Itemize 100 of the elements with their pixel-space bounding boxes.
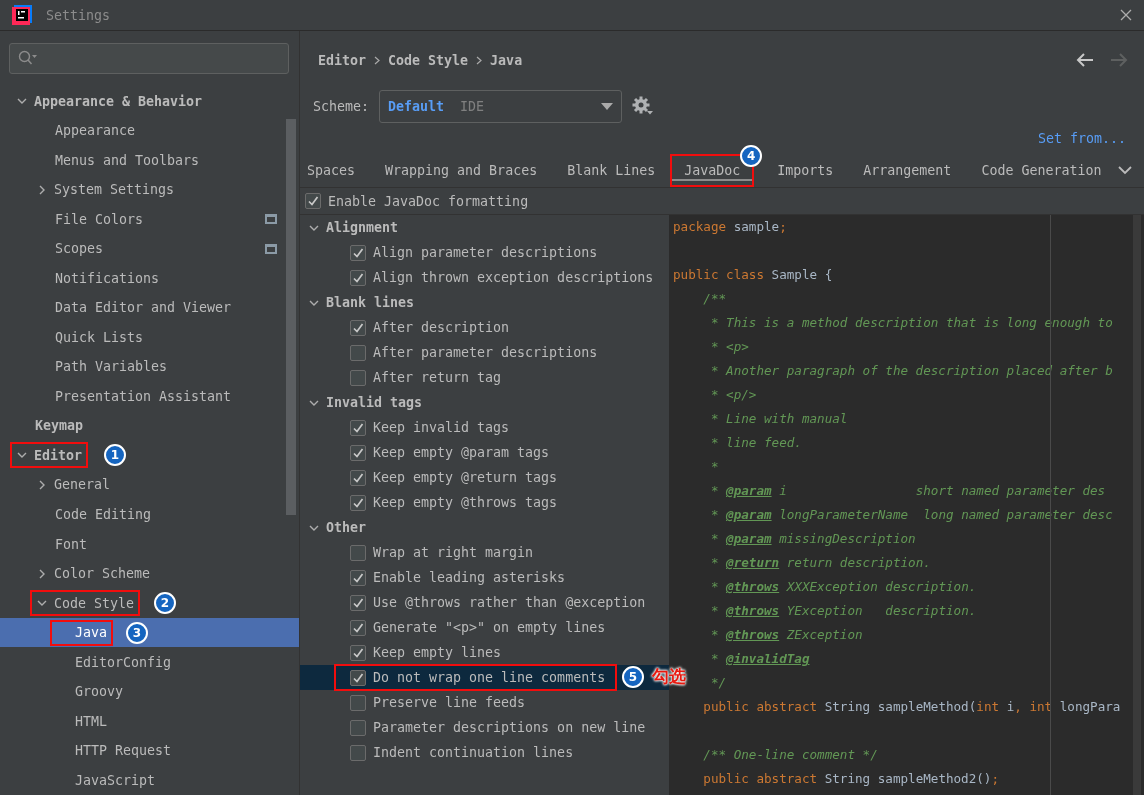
checkbox-option[interactable]: Do not wrap one line comments	[334, 664, 618, 691]
tab[interactable]: Arrangement	[848, 154, 967, 187]
checkbox-option[interactable]: Keep empty @throws tags	[350, 494, 558, 511]
annotation-badge: 2	[154, 592, 176, 615]
code-token: @param	[726, 483, 772, 498]
code-token: @return	[726, 555, 780, 570]
tab[interactable]: Imports	[762, 154, 849, 187]
tab[interactable]: Blank Lines	[552, 154, 671, 187]
breadcrumb-item: Java	[490, 52, 523, 68]
code-token: public abstract	[703, 699, 818, 714]
tree-item[interactable]: Data Editor and Viewer	[36, 300, 232, 316]
checkbox-option[interactable]: After description	[350, 319, 510, 336]
checkbox[interactable]	[350, 694, 366, 711]
tree-item[interactable]: Font	[36, 536, 88, 552]
tree-item[interactable]: Appearance	[36, 123, 136, 139]
code-token: *	[710, 579, 720, 594]
scheme-dropdown[interactable]: Default IDE	[379, 89, 623, 123]
checkbox[interactable]	[350, 719, 366, 736]
close-icon[interactable]	[1120, 9, 1132, 21]
checkbox[interactable]	[350, 319, 366, 336]
checkbox[interactable]	[350, 244, 366, 261]
checkbox[interactable]	[350, 494, 366, 511]
set-from-link[interactable]: Set from...	[1037, 131, 1126, 146]
tree-item[interactable]: File Colors	[36, 211, 144, 227]
checkbox-option[interactable]: Preserve line feeds	[350, 694, 526, 711]
checkbox[interactable]	[350, 569, 366, 586]
checkbox-option[interactable]: Enable JavaDoc formatting	[305, 193, 529, 209]
tree-item[interactable]: Appearance & Behavior	[16, 93, 203, 109]
tree-item[interactable]: Groovy	[56, 684, 124, 700]
checkbox[interactable]	[350, 669, 366, 686]
search-field[interactable]	[9, 43, 289, 74]
settings-icon[interactable]	[632, 96, 655, 116]
tree-item[interactable]: Quick Lists	[36, 329, 144, 345]
checkbox[interactable]	[350, 269, 366, 286]
group-header[interactable]: Invalid tags	[308, 395, 423, 410]
tree-item[interactable]: Path Variables	[36, 359, 168, 375]
back-arrow-icon[interactable]	[1076, 53, 1094, 67]
checkbox[interactable]	[350, 344, 366, 361]
checkbox-option[interactable]: After parameter descriptions	[350, 344, 598, 361]
tree-item[interactable]: Scopes	[36, 241, 104, 257]
tree-item[interactable]: System Settings	[36, 182, 175, 198]
tree-item[interactable]: EditorConfig	[56, 654, 172, 670]
checkbox-option[interactable]: Keep empty @return tags	[350, 469, 558, 486]
checkbox-option[interactable]: Keep empty lines	[350, 644, 502, 661]
group-header[interactable]: Other	[308, 520, 367, 535]
tree-item[interactable]: Code Editing	[36, 507, 152, 522]
checkbox[interactable]	[350, 369, 366, 386]
code-token: longPara	[1058, 699, 1121, 714]
annotation-badge: 3	[126, 621, 148, 644]
chevron-right-icon	[374, 55, 381, 65]
checkbox-option[interactable]: Parameter descriptions on new line	[350, 719, 646, 736]
tree-item[interactable]: HTTP Request	[56, 743, 172, 759]
code-token: /**	[703, 291, 727, 306]
code-token: *	[710, 483, 720, 498]
checkbox[interactable]	[350, 744, 366, 761]
tab[interactable]: Spaces	[300, 154, 371, 187]
checkbox-option[interactable]: Generate "<p>" on empty lines	[350, 619, 606, 636]
tree-item[interactable]: Menus and Toolbars	[36, 152, 200, 168]
tree-item[interactable]: HTML	[56, 713, 108, 729]
tree-item[interactable]: Keymap	[16, 418, 84, 434]
tab[interactable]: Wrapping and Braces	[370, 154, 553, 187]
checkbox-option[interactable]: Indent continuation lines	[350, 744, 574, 761]
tree-item[interactable]: Java	[50, 619, 114, 646]
code-token: @throws	[726, 627, 780, 642]
code-token: * <p>	[710, 339, 749, 354]
code-token: *	[710, 555, 720, 570]
tree-item[interactable]: General	[36, 477, 111, 493]
tree-item[interactable]: Presentation Assistant	[36, 388, 232, 404]
tree-item[interactable]: Code Style	[30, 590, 141, 617]
tree-item[interactable]: JavaScript	[56, 772, 156, 788]
tree-item[interactable]: Notifications	[36, 270, 160, 286]
checkbox-option[interactable]: Align parameter descriptions	[350, 244, 598, 261]
checkbox[interactable]	[350, 469, 366, 486]
code-token: missingDescription	[778, 531, 916, 546]
checkbox-option[interactable]: Keep empty @param tags	[350, 444, 550, 461]
code-token: @throws	[726, 603, 780, 618]
tab[interactable]: Code Generation	[966, 154, 1117, 187]
group-header[interactable]: Alignment	[308, 220, 399, 235]
group-header[interactable]: Blank lines	[308, 295, 415, 310]
checkbox[interactable]	[350, 619, 366, 636]
code-token: @param	[726, 531, 772, 546]
checkbox-option[interactable]: Keep invalid tags	[350, 419, 510, 436]
checkbox-option[interactable]: Enable leading asterisks	[350, 569, 566, 586]
checkbox[interactable]	[350, 444, 366, 461]
checkbox-option[interactable]: After return tag	[350, 369, 502, 386]
scheme-label: Scheme:	[313, 98, 370, 114]
checkbox-option[interactable]: Wrap at right margin	[350, 544, 534, 561]
checkbox[interactable]	[350, 419, 366, 436]
tree-item[interactable]: Color Scheme	[36, 566, 151, 582]
checkbox[interactable]	[350, 594, 366, 611]
dropdown-arrow-icon	[601, 102, 614, 110]
checkbox-option[interactable]: Use @throws rather than @exception	[350, 594, 646, 611]
code-token: * Another paragraph of the description placed after b	[710, 363, 1113, 378]
checkbox[interactable]	[305, 193, 321, 209]
tree-item[interactable]: Editor	[10, 442, 89, 469]
chevron-down-icon[interactable]	[1118, 166, 1132, 175]
checkbox[interactable]	[350, 544, 366, 561]
checkbox-option[interactable]: Align thrown exception descriptions	[350, 269, 654, 286]
checkbox[interactable]	[350, 644, 366, 661]
scrollbar[interactable]	[286, 119, 296, 515]
